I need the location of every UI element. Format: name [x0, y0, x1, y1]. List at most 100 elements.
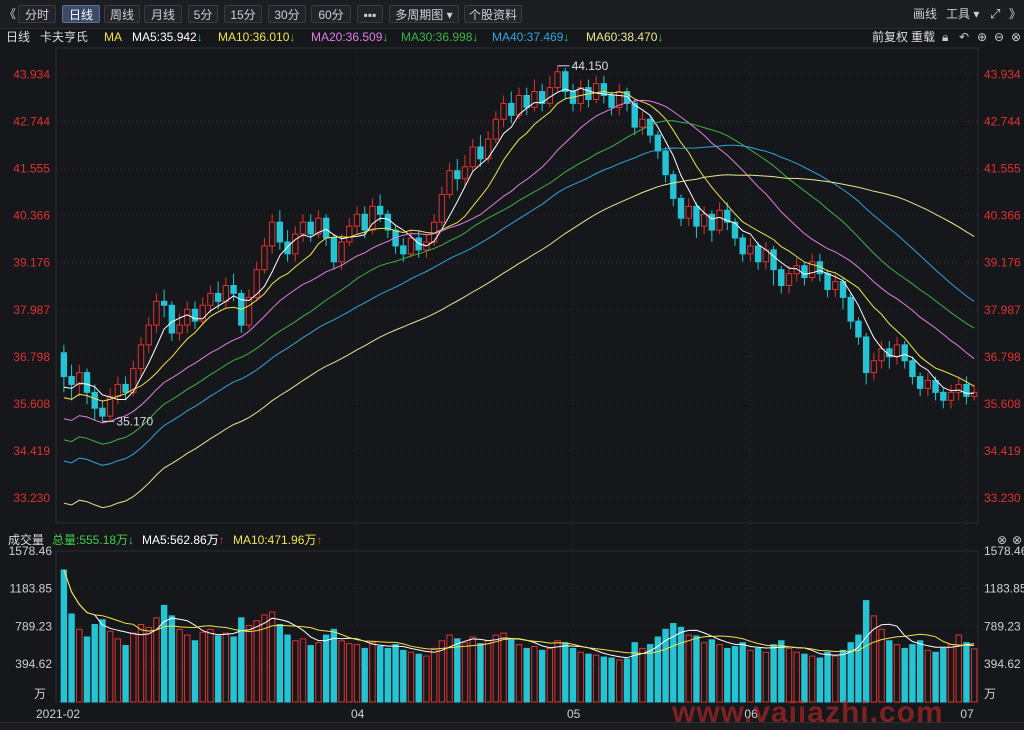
volume-bar — [631, 642, 638, 703]
candle-body — [261, 245, 268, 271]
volume-bar — [130, 632, 137, 703]
volume-bar — [685, 634, 692, 703]
ma-line-5 — [63, 87, 975, 400]
candle-body — [901, 344, 908, 362]
volume-bar — [947, 644, 955, 703]
price-tick-left: 33.230 — [13, 491, 50, 505]
candle-body — [99, 407, 106, 417]
volume-tick-left: 789.23 — [15, 620, 52, 634]
price-tick-left: 41.555 — [13, 162, 50, 176]
volume-bar — [600, 656, 608, 703]
price-tick-right: 43.934 — [984, 67, 1021, 81]
volume-bar — [901, 647, 908, 703]
volume-bar — [785, 647, 793, 703]
candle-body — [508, 102, 515, 116]
volume-tick-right: 1183.85 — [984, 582, 1024, 596]
volume-bar — [886, 640, 893, 703]
candle-body — [184, 308, 191, 326]
volume-tick-right: 789.23 — [984, 620, 1021, 634]
candle-body — [801, 265, 808, 279]
candle-body — [145, 324, 152, 346]
candle-body — [454, 170, 461, 180]
volume-tick-right: 1578.46 — [984, 544, 1024, 558]
price-tick-right: 36.798 — [984, 350, 1021, 364]
volume-bar — [700, 642, 708, 703]
date-label: 2021-02 — [36, 707, 80, 721]
volume-bar — [592, 654, 600, 703]
candle-body — [646, 118, 654, 136]
volume-bar — [970, 648, 978, 703]
candle-body — [461, 166, 469, 180]
candle-body — [284, 241, 291, 255]
ma-line-10 — [63, 90, 975, 402]
volume-bar — [222, 632, 230, 703]
volume-bar — [839, 649, 847, 703]
volume-bar — [608, 657, 615, 703]
candle-body — [292, 233, 299, 255]
volume-bar — [562, 642, 569, 703]
volume-bar — [801, 653, 808, 703]
volume-bar — [199, 631, 206, 703]
volume-bar — [384, 647, 392, 703]
candle-body — [230, 285, 237, 294]
candle-body — [299, 221, 307, 235]
volume-bar — [292, 640, 299, 703]
price-tick-right: 35.608 — [984, 397, 1021, 411]
candle-body — [168, 304, 176, 334]
price-tick-right: 41.555 — [984, 162, 1021, 176]
volume-bar — [60, 569, 68, 703]
candle-body — [940, 391, 947, 401]
volume-bar — [469, 636, 476, 703]
price-tick-right: 42.744 — [984, 114, 1021, 128]
volume-bar — [346, 643, 353, 703]
candle-body — [222, 285, 230, 302]
volume-bar — [793, 651, 800, 703]
candle-body — [662, 150, 669, 176]
volume-bar — [207, 628, 214, 703]
volume-bar — [99, 619, 106, 703]
candle-body — [685, 205, 692, 219]
candle-body — [307, 221, 314, 235]
candle-body — [253, 269, 260, 298]
ma-line-20 — [63, 99, 975, 424]
volume-bar — [531, 646, 538, 703]
volume-bar — [500, 632, 507, 703]
volume-bar — [407, 651, 415, 703]
volume-bar — [376, 646, 384, 703]
date-label: 07 — [960, 707, 974, 721]
volume-bar — [106, 630, 114, 703]
candle-body — [747, 245, 754, 255]
ma-line-60 — [63, 174, 975, 509]
volume-bar — [369, 642, 376, 703]
volume-bar — [585, 653, 592, 703]
volume-bar — [515, 644, 523, 703]
volume-bar — [245, 624, 253, 703]
volume-bar — [739, 642, 746, 703]
volume-bar — [214, 635, 222, 703]
price-tick-left: 37.987 — [13, 303, 50, 317]
candle-body — [870, 360, 878, 374]
volume-bar — [916, 640, 924, 703]
low-label: 35.170 — [116, 414, 153, 428]
volume-bar — [353, 644, 361, 703]
volume-bar — [415, 653, 422, 703]
volume-bar — [770, 644, 777, 703]
candle-body — [137, 344, 145, 370]
volume-bar — [361, 647, 368, 703]
candle-body — [909, 360, 916, 378]
price-tick-left: 40.366 — [13, 209, 50, 223]
candle-body — [592, 83, 600, 100]
kline-chart[interactable]: 43.934 43.934 42.744 42.744 41.555 41.555 40.3… — [0, 0, 1024, 722]
candle-body — [176, 324, 183, 334]
volume-bar — [708, 639, 716, 703]
candle-body — [708, 213, 716, 231]
price-panel-frame — [55, 47, 979, 524]
candle-body — [122, 383, 129, 393]
candle-body — [963, 383, 970, 397]
volume-bar — [68, 613, 75, 703]
candle-body — [191, 308, 199, 322]
candle-body — [832, 281, 839, 290]
candle-body — [862, 336, 870, 374]
candle-body — [824, 273, 831, 290]
volume-bar — [176, 628, 183, 703]
